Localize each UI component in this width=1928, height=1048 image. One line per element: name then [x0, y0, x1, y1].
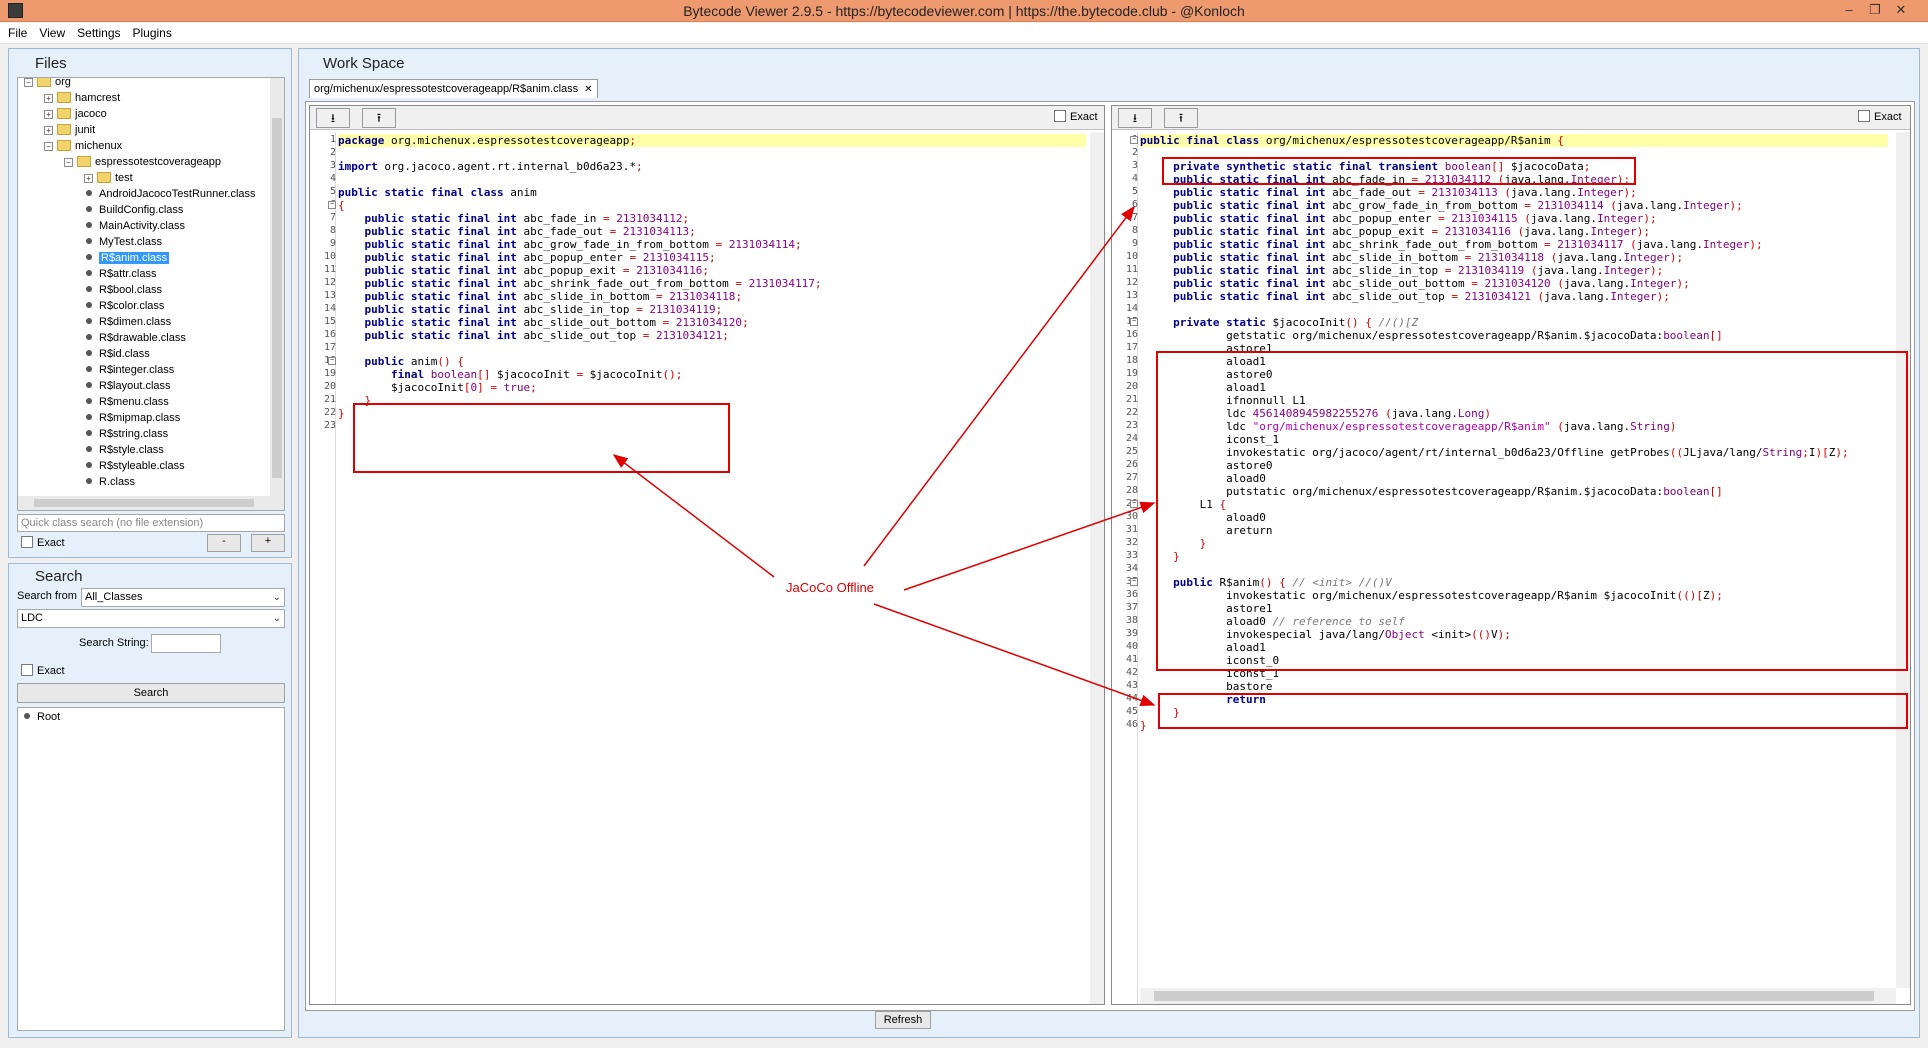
- annotation-label: JaCoCo Offline: [786, 580, 874, 595]
- annotation-arrows: [612, 205, 1156, 707]
